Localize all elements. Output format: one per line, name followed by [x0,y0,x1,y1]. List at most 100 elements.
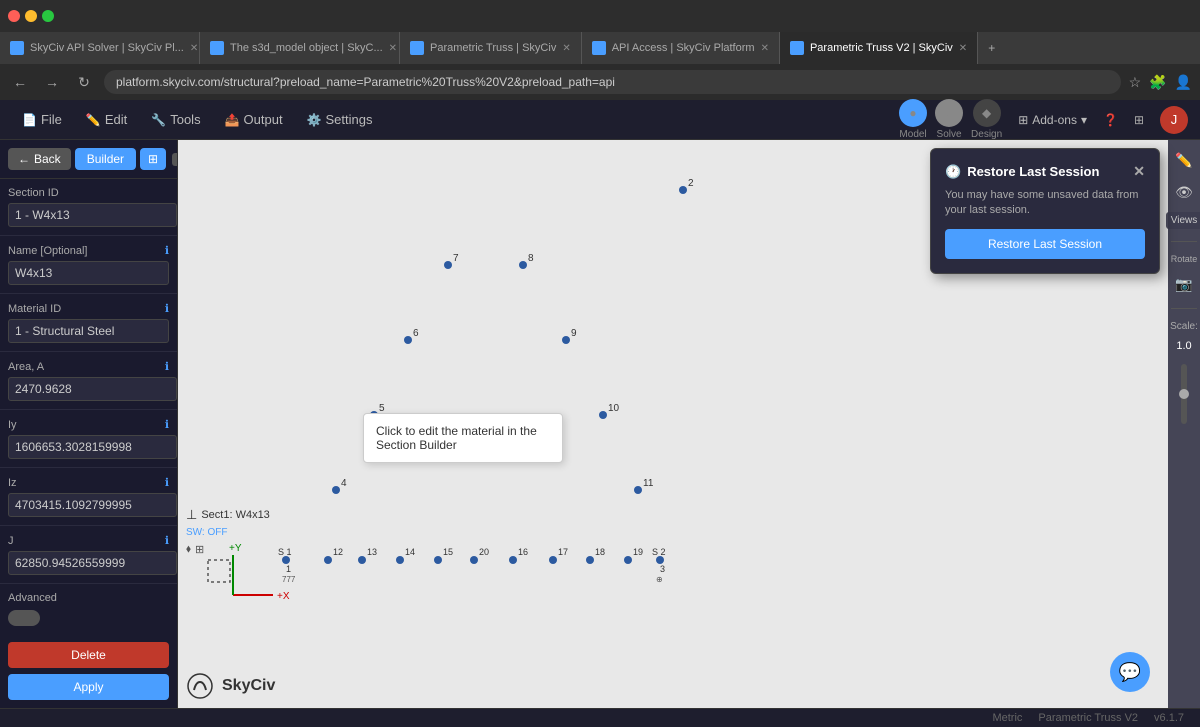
node-s1[interactable] [282,556,290,564]
main-area: ← Back Builder ⊞ ■ Section ID 🔍 ▾ [0,140,1200,708]
profile-icon[interactable]: 👤 [1175,74,1192,91]
apply-button[interactable]: Apply [8,674,169,700]
scale-slider[interactable] [1181,364,1187,424]
node-4[interactable] [332,486,340,494]
back-nav-btn[interactable]: ← [8,74,32,90]
tab-close-4[interactable]: ✕ [761,43,769,54]
node-15[interactable] [434,556,442,564]
eye-icon[interactable]: 👁 [1172,180,1196,204]
node-18[interactable] [586,556,594,564]
delete-button[interactable]: Delete [8,642,169,668]
apps-btn[interactable]: ⊞ [1134,113,1144,127]
area-info-icon[interactable]: ℹ [165,360,169,373]
area-field: Area, A ℹ mm² [0,352,177,410]
material-id-input[interactable] [8,319,169,343]
views-button[interactable]: Views [1166,212,1200,229]
edit-menu[interactable]: ✏️ Edit [76,108,137,131]
mode-design-btn[interactable]: ◆ Design [971,99,1002,140]
grid-view-button[interactable]: ⊞ [140,148,166,170]
node-17[interactable] [549,556,557,564]
node-9[interactable] [562,336,570,344]
iy-input[interactable] [8,435,177,459]
iz-input[interactable] [8,493,177,517]
node-6[interactable] [404,336,412,344]
minimize-window-btn[interactable] [25,10,37,22]
chat-fab-btn[interactable]: 💬 [1110,652,1150,692]
restore-session-button[interactable]: Restore Last Session [945,229,1145,259]
section-icon-1: ⬧ [186,543,191,556]
forward-nav-btn[interactable]: → [40,74,64,90]
node-label-7: 7 [453,253,459,264]
name-info-icon[interactable]: ℹ [165,244,169,257]
tab-close-3[interactable]: ✕ [562,43,570,54]
tab-close-1[interactable]: ✕ [190,43,198,54]
node-19[interactable] [624,556,632,564]
material-info-icon[interactable]: ℹ [165,302,169,315]
camera-icon[interactable]: 📷 [1172,272,1196,296]
tab-close-5[interactable]: ✕ [959,43,967,54]
section-icons-row: ⬧ ⊞ [186,543,204,556]
iy-info-icon[interactable]: ℹ [165,418,169,431]
node-13[interactable] [358,556,366,564]
node-label-4: 4 [341,478,347,489]
tab-3[interactable]: Parametric Truss | SkyCiv ✕ [400,32,582,64]
section-id-row: 🔍 ▾ [8,203,169,227]
tab-2[interactable]: The s3d_model object | SkyC... ✕ [200,32,400,64]
help-btn[interactable]: ❓ [1103,113,1118,127]
action-buttons: Delete Apply [0,634,177,708]
node-2[interactable] [679,186,687,194]
tab-favicon-4 [592,41,606,55]
tab-1[interactable]: SkyCiv API Solver | SkyCiv Pl... ✕ [0,32,200,64]
url-input[interactable]: platform.skyciv.com/structural?preload_n… [104,70,1121,94]
node-11[interactable] [634,486,642,494]
node-10[interactable] [599,411,607,419]
j-field: J ℹ mm⁴ [0,526,177,584]
file-menu[interactable]: 📄 File [12,108,72,131]
node-12[interactable] [324,556,332,564]
mode-solve-btn[interactable]: ◐ Solve [935,99,963,140]
node-label-16: 16 [518,547,528,557]
j-info-icon[interactable]: ℹ [165,534,169,547]
tab-5[interactable]: Parametric Truss V2 | SkyCiv ✕ [780,32,978,64]
tools-menu[interactable]: 🔧 Tools [141,108,210,131]
settings-menu[interactable]: ⚙️ Settings [297,108,383,131]
canvas-area[interactable]: Click to edit the material in the Sectio… [178,140,1200,708]
node-20[interactable] [470,556,478,564]
iz-info-icon[interactable]: ℹ [165,476,169,489]
edit-icon: ✏️ [86,113,101,127]
back-button[interactable]: ← Back [8,148,71,170]
close-window-btn[interactable] [8,10,20,22]
maximize-window-btn[interactable] [42,10,54,22]
node-8[interactable] [519,261,527,269]
refresh-btn[interactable]: ↻ [72,74,96,91]
section-id-input[interactable] [8,203,177,227]
avatar[interactable]: J [1160,106,1188,134]
material-id-field: Material ID ℹ [0,294,177,352]
j-label: J ℹ [8,534,169,547]
skyciv-logo-icon [186,672,214,700]
area-input[interactable] [8,377,177,401]
node-14[interactable] [396,556,404,564]
mode-model-btn[interactable]: ● Model [899,99,927,140]
node-label-8: 8 [528,253,534,264]
pencil-icon[interactable]: ✏️ [1172,148,1196,172]
node-16[interactable] [509,556,517,564]
extensions-icon[interactable]: 🧩 [1149,74,1166,91]
tab-close-2[interactable]: ✕ [389,43,397,54]
address-bar: ← → ↻ platform.skyciv.com/structural?pre… [0,64,1200,100]
model-icon: ● [899,99,927,127]
new-tab-btn[interactable]: + [978,32,1005,64]
output-menu[interactable]: 📤 Output [215,108,293,131]
bookmark-icon[interactable]: ☆ [1129,74,1142,91]
restore-session-modal: 🕐 Restore Last Session ✕ You may have so… [930,148,1160,274]
node-s2[interactable] [656,556,664,564]
solve-icon: ◐ [935,99,963,127]
node-7[interactable] [444,261,452,269]
name-input[interactable] [8,261,169,285]
restore-close-btn[interactable]: ✕ [1133,163,1145,180]
builder-button[interactable]: Builder [75,148,136,170]
advanced-toggle[interactable] [8,610,40,626]
addons-menu[interactable]: ⊞ Add-ons ▾ [1018,113,1087,127]
j-input[interactable] [8,551,177,575]
tab-4[interactable]: API Access | SkyCiv Platform ✕ [582,32,780,64]
